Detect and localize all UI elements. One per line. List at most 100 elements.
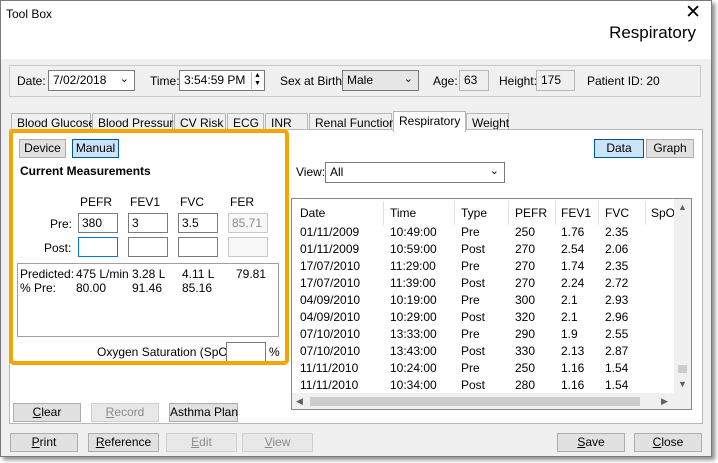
grid-cell: 270 [515, 276, 536, 290]
grid-cell: Pre [461, 225, 480, 239]
patient-id-caption: Patient ID: [587, 74, 644, 88]
sex-select[interactable]: Male ⌄ [342, 70, 419, 91]
grid-column-divider [383, 201, 384, 225]
grid-cell: Pre [461, 259, 480, 273]
grid-cell: 13:33:00 [390, 327, 437, 341]
scroll-down-icon[interactable]: ▼ [678, 379, 687, 389]
sex-value: Male [347, 73, 374, 87]
grid-cell: Post [461, 242, 486, 256]
grid-cell: 17/07/2010 [300, 276, 361, 290]
grid-cell: Post [461, 276, 486, 290]
grid-column-divider [454, 201, 455, 225]
scroll-thumb-horizontal[interactable] [310, 397, 640, 406]
grid-header-time[interactable]: Time [390, 206, 416, 220]
grid-cell: 10:59:00 [390, 242, 437, 256]
edit-button[interactable]: Edit [166, 433, 237, 452]
grid-cell: 07/10/2010 [300, 327, 361, 341]
grid-cell: 2.13 [561, 344, 585, 358]
grid-cell: 2.54 [561, 242, 585, 256]
scroll-left-icon[interactable]: ◀ [296, 396, 303, 407]
horizontal-scrollbar[interactable]: ◀ ▶ [292, 393, 691, 409]
title-bar: Tool Box ✕ Respiratory [1, 1, 711, 59]
grid-column-divider [508, 201, 509, 225]
grid-cell: 250 [515, 225, 536, 239]
grid-cell: 11:29:00 [390, 259, 436, 273]
grid-cell: 1.54 [605, 361, 629, 375]
save-button[interactable]: Save [557, 433, 625, 452]
grid-cell: Pre [461, 293, 480, 307]
grid-cell: Post [461, 378, 486, 392]
tab-respiratory[interactable]: Respiratory [393, 111, 466, 132]
clear-button[interactable]: Clear [13, 403, 81, 422]
grid-cell: 300 [515, 293, 536, 307]
view-value: All [330, 165, 344, 179]
record-button[interactable]: Record [91, 403, 159, 422]
scroll-up-icon[interactable]: ▲ [678, 202, 687, 212]
grid-cell: 11/11/2010 [300, 361, 359, 375]
grid-cell: 10:49:00 [390, 225, 437, 239]
scroll-thumb[interactable] [678, 365, 687, 373]
chevron-down-icon: ⌄ [489, 165, 499, 177]
grid-cell: 2.55 [605, 327, 629, 341]
measurement-highlight [9, 129, 289, 365]
grid-cell: 11:39:00 [390, 276, 436, 290]
grid-cell: 01/11/2009 [300, 225, 360, 239]
grid-cell: Post [461, 344, 486, 358]
grid-cell: 13:43:00 [390, 344, 437, 358]
grid-cell: 2.96 [605, 310, 629, 324]
print-button[interactable]: Print [10, 433, 78, 452]
reference-button[interactable]: Reference [88, 433, 159, 452]
grid-cell: 07/10/2010 [300, 344, 361, 358]
time-label: Time: [150, 74, 180, 88]
grid-cell: 1.16 [561, 361, 585, 375]
grid-cell: 2.1 [561, 293, 578, 307]
grid-cell: 10:24:00 [390, 361, 437, 375]
date-picker[interactable]: 7/02/2018 ⌄ [48, 70, 135, 91]
vertical-scrollbar[interactable]: ▲ ▼ [674, 199, 691, 394]
time-picker[interactable]: 3:54:59 PM ▲ ▼ [179, 70, 265, 91]
grid-column-divider [645, 201, 646, 225]
page-heading: Respiratory [609, 23, 696, 42]
grid-cell: 10:19:00 [390, 293, 437, 307]
close-icon[interactable]: ✕ [685, 3, 701, 23]
patient-id-value: 20 [646, 74, 660, 88]
grid-header-date[interactable]: Date [300, 206, 325, 220]
grid-cell: 2.87 [605, 344, 629, 358]
grid-cell: 10:29:00 [390, 310, 437, 324]
close-button[interactable]: Close [634, 433, 702, 452]
grid-header-fvc[interactable]: FVC [605, 206, 629, 220]
grid-cell: 2.1 [561, 310, 578, 324]
date-value: 7/02/2018 [53, 73, 107, 87]
height-field: 175 [536, 70, 575, 91]
patient-id-label: Patient ID: 20 [587, 74, 660, 88]
height-label: Height: [499, 74, 538, 88]
grid-cell: Pre [461, 361, 480, 375]
view-button[interactable]: View [242, 433, 313, 452]
grid-cell: 280 [515, 378, 536, 392]
asthma-plan-button[interactable]: Asthma Plan [169, 403, 238, 422]
grid-header-fev1[interactable]: FEV1 [561, 206, 591, 220]
data-view-button[interactable]: Data [594, 139, 644, 158]
grid-cell: 04/09/2010 [300, 293, 361, 307]
grid-header-pefr[interactable]: PEFR [515, 206, 547, 220]
grid-column-divider [598, 201, 599, 225]
graph-view-button[interactable]: Graph [646, 139, 694, 158]
grid-cell: 04/09/2010 [300, 310, 361, 324]
grid-header-spo2[interactable]: SpO [651, 206, 675, 220]
chevron-down-icon: ⌄ [403, 73, 413, 85]
window-title: Tool Box [6, 7, 53, 21]
grid-cell: 2.93 [605, 293, 629, 307]
grid-cell: 10:34:00 [390, 378, 437, 392]
age-field: 63 [459, 70, 489, 91]
chevron-down-icon: ⌄ [119, 73, 129, 85]
grid-cell: 2.24 [561, 276, 585, 290]
grid-cell: 01/11/2009 [300, 242, 360, 256]
scroll-right-icon[interactable]: ▶ [661, 396, 668, 407]
grid-cell: 2.72 [605, 276, 629, 290]
measurements-grid[interactable]: Date Time Type PEFR FEV1 FVC SpO 01/11/2… [291, 198, 692, 410]
grid-cell: 1.74 [561, 259, 585, 273]
date-label: Date: [17, 74, 46, 88]
time-spinner[interactable]: ▲ ▼ [251, 72, 263, 89]
view-select[interactable]: All ⌄ [325, 162, 505, 183]
grid-header-type[interactable]: Type [461, 206, 487, 220]
